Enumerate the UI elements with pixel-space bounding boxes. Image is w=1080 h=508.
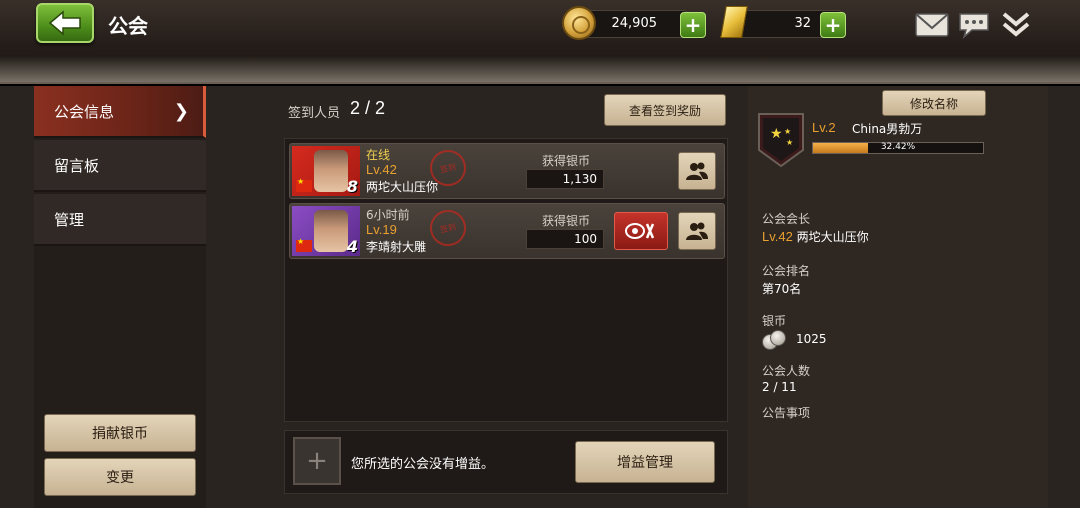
chat-icon[interactable] (956, 10, 992, 40)
member-avatar[interactable]: 4 (292, 206, 360, 256)
sidebar-item-manage[interactable]: 管理 (34, 194, 206, 246)
remove-member-button[interactable] (614, 212, 668, 250)
sidebar-item-guild-info[interactable]: 公会信息 ❯ (34, 86, 206, 138)
silver-coins-icon (762, 330, 788, 350)
member-name: 两坨大山压你 (366, 180, 439, 194)
sidebar-item-label: 留言板 (54, 157, 100, 175)
member-list: 8 在线 Lv.42 两坨大山压你 签到 获得银币 1,130 (284, 138, 728, 422)
earned-silver-label: 获得银币 (542, 154, 591, 168)
chevron-right-icon: ❯ (173, 101, 189, 122)
plus-icon: + (684, 13, 702, 37)
earned-silver-value: 1,130 (526, 169, 604, 189)
svg-text:★: ★ (786, 138, 793, 147)
rank-label: 公会排名 (762, 264, 811, 278)
sidebar: 公会信息 ❯ 留言板 管理 捐献银币 变更 (34, 86, 206, 508)
sidebar-item-message-board[interactable]: 留言板 (34, 140, 206, 192)
buff-manage-button[interactable]: 增益管理 (575, 441, 715, 483)
member-name: 李靖射大雕 (366, 240, 427, 254)
donate-silver-button[interactable]: 捐献银币 (44, 414, 196, 452)
members-value: 2 / 11 (762, 380, 797, 394)
back-button[interactable] (36, 3, 94, 43)
silver-value: 24,905 (611, 16, 658, 31)
silver-coin-icon (562, 6, 596, 40)
leader-info: Lv.42 两坨大山压你 (762, 228, 869, 245)
leader-level: Lv.42 (762, 229, 793, 244)
china-flag-icon (296, 177, 312, 192)
member-status: 6小时前 (366, 208, 410, 222)
rank-number: 8 (346, 177, 358, 196)
sidebar-item-label: 公会信息 (54, 103, 115, 121)
users-icon (686, 162, 708, 180)
main-area: 公会信息 ❯ 留言板 管理 捐献银币 变更 签到人员 2 / 2 查看签到奖励 … (0, 86, 1080, 508)
notice-label: 公告事项 (762, 406, 811, 420)
mail-icon[interactable] (914, 10, 950, 40)
member-status: 在线 (366, 148, 391, 162)
buff-panel: + 您所选的公会没有增益。 增益管理 (284, 430, 728, 494)
gold-value: 32 (794, 16, 811, 31)
add-buff-icon[interactable]: + (293, 437, 341, 485)
top-bar: 公会 24,905 + 32 + (0, 0, 1080, 84)
change-button[interactable]: 变更 (44, 458, 196, 496)
guild-name: China男勃万 (852, 122, 923, 136)
member-profile-button[interactable] (678, 212, 716, 250)
member-level: Lv.19 (366, 222, 397, 237)
arrow-left-icon (48, 10, 81, 36)
earned-silver-value: 100 (526, 229, 604, 249)
guild-level: Lv.2 (812, 120, 836, 135)
portrait-image (314, 150, 348, 192)
portrait-image (314, 210, 348, 252)
guild-emblem-icon: ★ ★ ★ (758, 113, 804, 168)
add-gold-button[interactable]: + (820, 12, 846, 38)
member-avatar[interactable]: 8 (292, 146, 360, 196)
member-row: 4 6小时前 Lv.19 李靖射大雕 签到 获得银币 100 (289, 203, 725, 259)
chevron-down-icon[interactable] (998, 10, 1034, 40)
leader-label: 公会会长 (762, 212, 811, 226)
add-silver-button[interactable]: + (680, 12, 706, 38)
checkin-stamp-icon: 签到 (426, 206, 470, 250)
checkin-count: 2 / 2 (350, 98, 386, 118)
remove-eye-icon (625, 223, 655, 239)
buff-status-text: 您所选的公会没有增益。 (351, 457, 495, 472)
earned-silver-label: 获得银币 (542, 214, 591, 228)
checkin-label: 签到人员 (288, 106, 341, 121)
users-icon (686, 222, 708, 240)
silver-amount: 1025 (796, 332, 827, 346)
member-level: Lv.42 (366, 162, 397, 177)
guild-exp-progress: 32.42% (812, 142, 984, 154)
checkin-section: 签到人员 2 / 2 查看签到奖励 8 在线 Lv.42 两坨大山压你 签到 获… (206, 86, 746, 508)
silver-label: 银币 (762, 314, 787, 328)
members-label: 公会人数 (762, 364, 811, 378)
page-title: 公会 (108, 14, 148, 38)
svg-text:★: ★ (770, 126, 783, 142)
progress-text: 32.42% (880, 142, 916, 152)
china-flag-icon (296, 237, 312, 252)
rank-value: 第70名 (762, 282, 802, 296)
svg-text:★: ★ (784, 127, 791, 136)
member-profile-button[interactable] (678, 152, 716, 190)
sidebar-item-label: 管理 (54, 211, 85, 229)
guild-info-panel: 修改名称 ★ ★ ★ Lv.2 China男勃万 32.42% 公会会长 Lv.… (748, 86, 1048, 508)
view-checkin-reward-button[interactable]: 查看签到奖励 (604, 94, 726, 126)
plus-icon: + (824, 13, 842, 37)
rename-guild-button[interactable]: 修改名称 (882, 90, 986, 116)
rank-number: 4 (346, 237, 358, 256)
leader-name: 两坨大山压你 (796, 230, 869, 244)
member-row: 8 在线 Lv.42 两坨大山压你 签到 获得银币 1,130 (289, 143, 725, 199)
